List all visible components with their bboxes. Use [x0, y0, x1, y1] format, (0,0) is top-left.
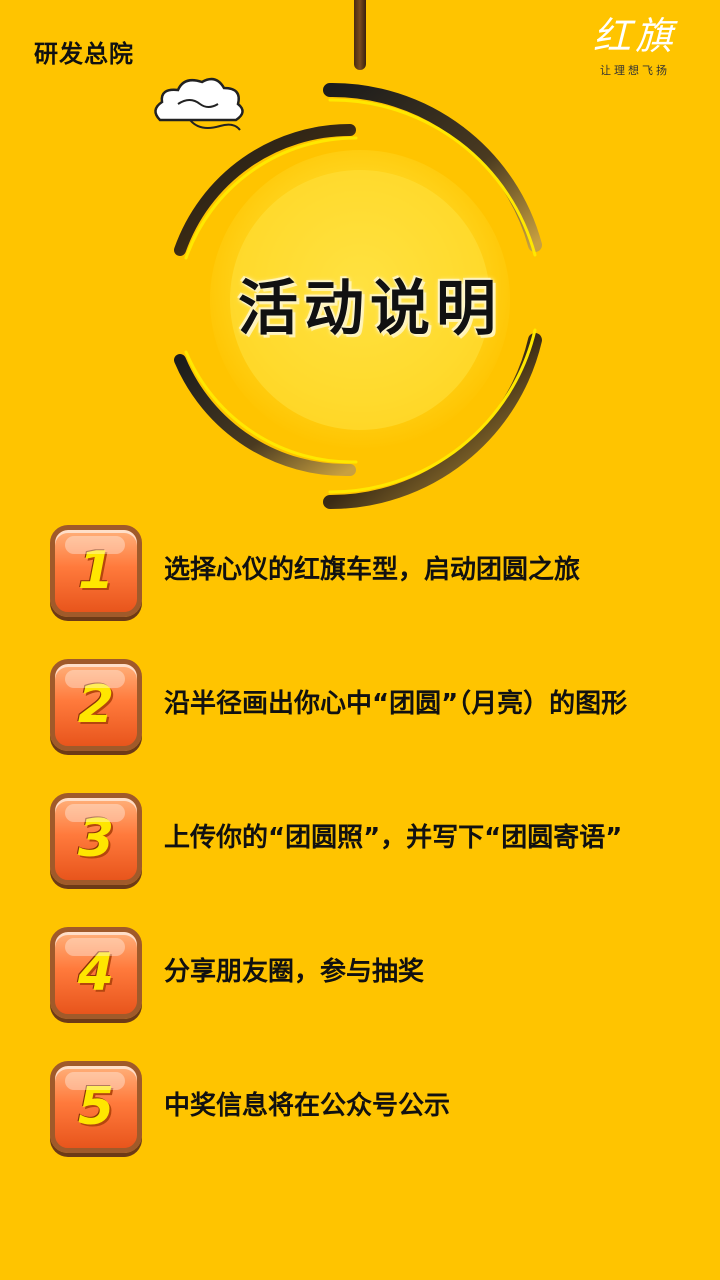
step-number: 3: [77, 809, 115, 869]
step-badge: 3: [50, 793, 142, 885]
org-name: 研发总院: [34, 39, 134, 68]
step-badge: 1: [50, 525, 142, 617]
step-badge: 4: [50, 927, 142, 1019]
step-text: 中奖信息将在公众号公示: [164, 1091, 451, 1122]
step-text: 分享朋友圈，参与抽奖: [164, 957, 425, 988]
step-number: 1: [77, 541, 115, 601]
step-number: 2: [77, 675, 115, 735]
hanger-rod: [354, 0, 366, 70]
hongqi-logo: 红旗 让理想飞扬: [580, 14, 690, 78]
step-badge: 2: [50, 659, 142, 751]
step-item: 1 选择心仪的红旗车型，启动团圆之旅: [50, 525, 690, 625]
logo-slogan: 让理想飞扬: [600, 63, 670, 77]
step-badge: 5: [50, 1061, 142, 1153]
step-number: 5: [77, 1077, 115, 1137]
step-text: 上传你的“团圆照”，并写下“团圆寄语”: [164, 823, 623, 854]
step-item: 3 上传你的“团圆照”，并写下“团圆寄语”: [50, 793, 690, 893]
hero-moon: 活动说明: [150, 70, 590, 520]
cloud-icon: [154, 77, 244, 131]
page-title: 活动说明: [238, 274, 502, 344]
step-number: 4: [77, 943, 115, 1003]
logo-mark: 红旗: [592, 14, 677, 58]
step-item: 4 分享朋友圈，参与抽奖: [50, 927, 690, 1027]
step-item: 5 中奖信息将在公众号公示: [50, 1061, 690, 1161]
step-text: 选择心仪的红旗车型，启动团圆之旅: [164, 555, 581, 586]
step-text: 沿半径画出你心中“团圆”（月亮）的图形: [164, 689, 628, 720]
step-item: 2 沿半径画出你心中“团圆”（月亮）的图形: [50, 659, 690, 759]
